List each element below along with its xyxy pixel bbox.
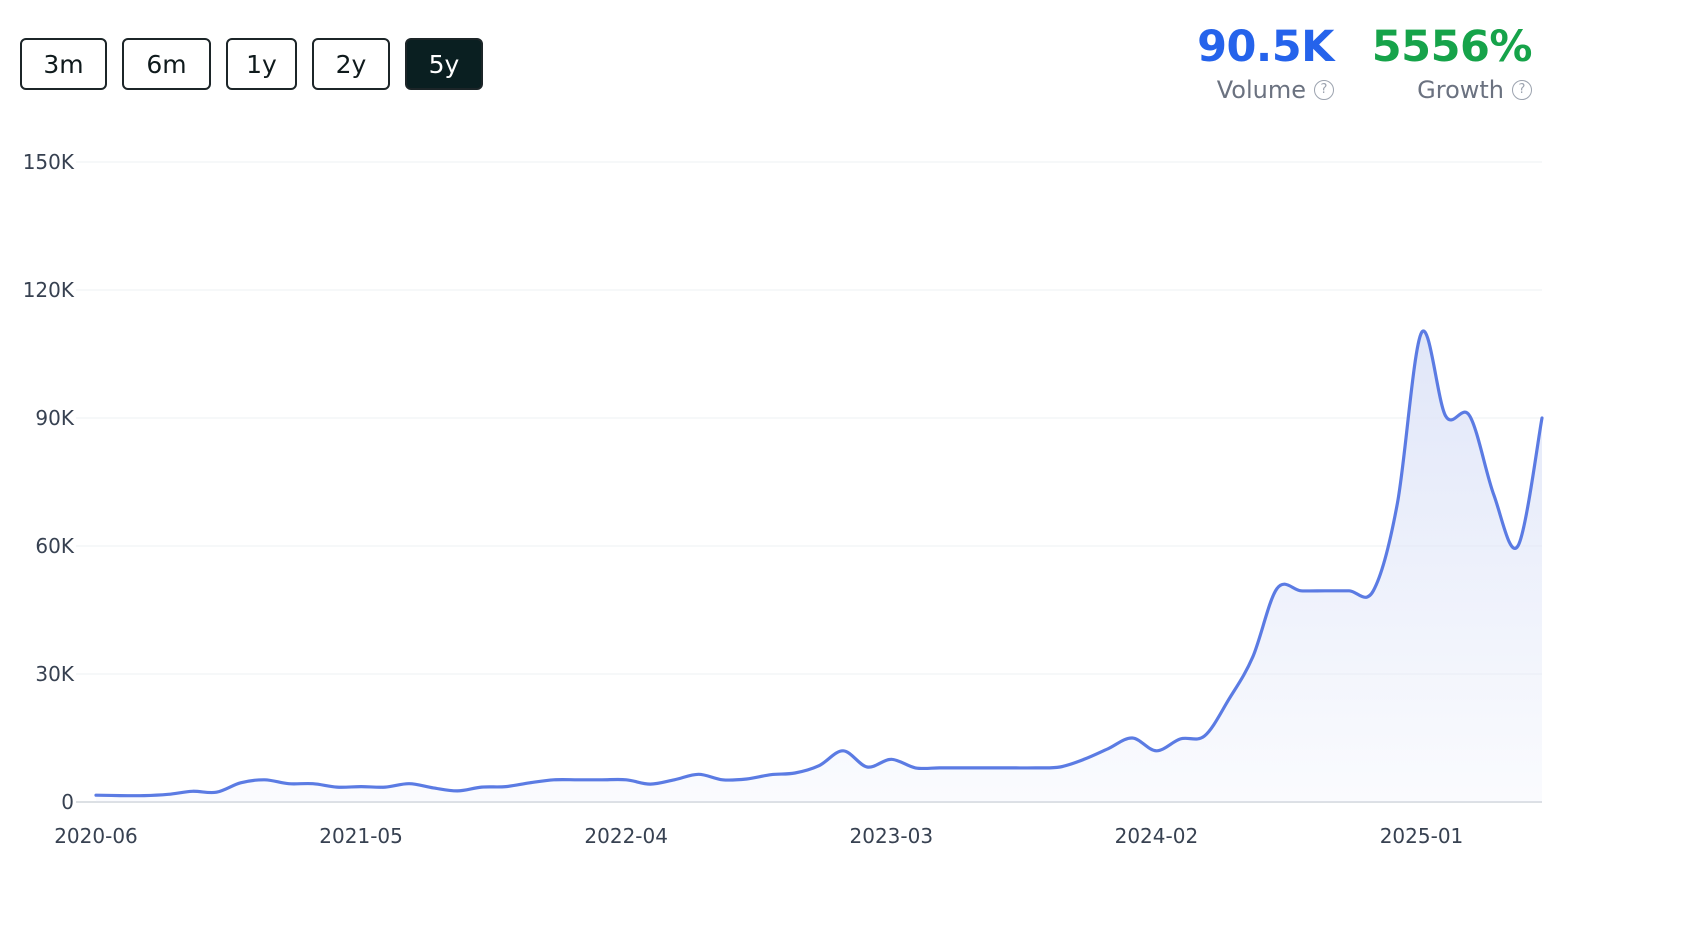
y-tick-label: 60K: [35, 534, 74, 558]
y-tick-label: 0: [61, 790, 74, 814]
y-tick-label: 30K: [35, 662, 74, 686]
y-tick-label: 150K: [23, 150, 75, 174]
x-tick-label: 2023-03: [850, 824, 934, 848]
x-tick-label: 2024-02: [1115, 824, 1199, 848]
y-tick-label: 120K: [23, 278, 75, 302]
y-tick-label: 90K: [35, 406, 74, 430]
x-tick-label: 2021-05: [319, 824, 403, 848]
x-tick-label: 2020-06: [54, 824, 138, 848]
series-area-fill: [96, 331, 1542, 802]
search-volume-chart: 0 30K 60K 90K 120K 150K 2020-06 2021-05 2022-04 2…: [23, 150, 1544, 848]
x-tick-label: 2022-04: [584, 824, 668, 848]
x-tick-label: 2025-01: [1380, 824, 1464, 848]
